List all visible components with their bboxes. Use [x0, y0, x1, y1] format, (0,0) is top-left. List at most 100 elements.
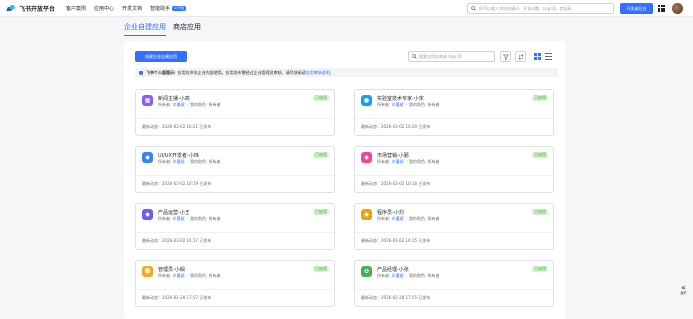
app-meta: 所有者: 炎墨斌 · 我的角色: 所有者	[158, 159, 221, 164]
role-label: 我的角色:	[189, 159, 208, 164]
app-card[interactable]: ▦ 新闻主播-小高 所有者: 炎墨斌 · 我的角色: 所有者 已启用 最新动态：2026-0…	[135, 89, 335, 136]
app-card[interactable]: ◆ UI/UX开发者-小玮 所有者: 炎墨斌 · 我的角色: 所有者 已启用最新动态：20…	[135, 146, 335, 193]
owner-label: 所有者:	[158, 102, 172, 107]
user-avatar[interactable]	[672, 3, 683, 14]
card-divider	[136, 289, 334, 290]
notice-icon	[139, 70, 143, 75]
nav-item-customer-cases[interactable]: 客户案例	[66, 5, 86, 12]
cube-icon: ◆	[142, 209, 153, 220]
app-name: 新闻主播-小高	[158, 96, 190, 102]
last-activity: 最新动态：2026-03-02 10:20 已发布	[361, 124, 431, 129]
owner-name[interactable]: 炎墨斌	[392, 273, 404, 278]
side-collapse-button[interactable]: « 展开	[678, 283, 689, 296]
list-view-icon[interactable]	[545, 53, 552, 60]
last-activity: 最新动态：2026-03-02 10:18 已发布	[361, 181, 431, 186]
notice-title: 飞书个人版提示:	[146, 69, 176, 75]
card-divider	[136, 175, 334, 176]
top-navigation-bar: 飞书开放平台 客户案例 应用中心 开发文档 智能助手 AI 开发 你可以输入文档关…	[0, 0, 693, 17]
filter-icon	[502, 54, 509, 60]
last-activity: 最新动态：2026-03-02 10:21 已发布	[142, 124, 212, 129]
nav-item-assistant-label: 智能助手	[150, 5, 171, 12]
app-card[interactable]: ◆ 产品运营-小王 所有者: 炎墨斌 · 我的角色: 所有者 已启用 最新动态：2026-0…	[135, 203, 335, 250]
app-name: UI/UX开发者-小玮	[158, 153, 199, 159]
app-card[interactable]: ◆ 市场营销-小鄞 所有者: 炎墨斌 · 我的角色: 所有者 已启用 最新动态：2026-0…	[354, 146, 554, 193]
app-card[interactable]: ☻ 管理员-小帼 所有者: 炎墨斌 · 我的角色: 所有者 已启用 最新动态：2026-02…	[135, 260, 335, 307]
status-badge: 已启用	[313, 266, 329, 272]
owner-name[interactable]: 炎墨斌	[173, 273, 185, 278]
app-meta: 所有者: 炎墨斌 · 我的角色: 所有者	[377, 102, 440, 107]
app-search-input[interactable]: 搜索应用名称或 App ID	[408, 51, 495, 62]
owner-name[interactable]: 炎墨斌	[392, 102, 404, 107]
grid-view-icon[interactable]	[534, 53, 541, 60]
owner-label: 所有者:	[377, 102, 391, 107]
owner-name[interactable]: 炎墨斌	[173, 216, 185, 221]
app-name: 产品经理-小张	[377, 267, 409, 273]
status-badge: 已启用	[313, 209, 329, 215]
app-card[interactable]: ◆ 程序员-小刘 所有者: 炎墨斌 · 我的角色: 所有者 已启用 最新动态：2026-03…	[354, 203, 554, 250]
last-activity: 最新动态：2026-03-02 10:17 已发布	[142, 238, 212, 243]
location-icon: ●	[361, 95, 372, 106]
status-badge: 已启用	[313, 95, 329, 101]
app-name: 市场营销-小鄞	[377, 153, 409, 159]
card-divider	[355, 118, 553, 119]
last-activity: 最新动态：2026-03-02 10:19 已发布	[142, 181, 212, 186]
role-value: 所有者	[208, 102, 221, 107]
owner-label: 所有者:	[158, 273, 172, 278]
nav-item-app-center[interactable]: 应用中心	[94, 5, 114, 12]
status-badge: 已启用	[313, 152, 329, 158]
role-value: 所有者	[427, 102, 440, 107]
cube-icon: ◆	[142, 152, 153, 163]
feishu-logo-icon	[7, 5, 16, 12]
card-divider	[136, 232, 334, 233]
create-app-button[interactable]: 创建企业自建应用	[135, 51, 187, 62]
role-label: 我的角色:	[408, 159, 427, 164]
owner-name[interactable]: 炎墨斌	[392, 159, 404, 164]
card-divider	[355, 289, 553, 290]
app-meta: 所有者: 炎墨斌 · 我的角色: 所有者	[158, 216, 221, 221]
role-value: 所有者	[208, 273, 221, 278]
role-value: 所有者	[427, 273, 440, 278]
app-list-panel: 创建企业自建应用 搜索应用名称或 App ID 飞书个人版提示: 应用仅供本企业…	[124, 41, 565, 319]
owner-name[interactable]: 炎墨斌	[392, 216, 404, 221]
owner-label: 所有者:	[158, 159, 172, 164]
tab-enterprise-apps[interactable]: 企业自建应用	[124, 22, 166, 36]
card-divider	[355, 232, 553, 233]
doc-search-placeholder: 你可以输入文档关键词、开发问题、Log ID、错误码	[479, 5, 572, 11]
double-chevron-left-icon: «	[681, 283, 686, 292]
app-card[interactable]: ✿ 产品经理-小张 所有者: 炎墨斌 · 我的角色: 所有者 已启用 最新动态：2026-0…	[354, 260, 554, 307]
brand-name: 飞书开放平台	[19, 5, 56, 13]
nav-item-dev-docs[interactable]: 开发文档	[122, 5, 142, 12]
app-name: 程序员-小刘	[377, 210, 404, 216]
role-label: 我的角色:	[408, 102, 427, 107]
last-activity: 最新动态：2026-02-28 17:57 已发布	[142, 295, 212, 300]
sort-button[interactable]	[515, 51, 526, 62]
owner-name[interactable]: 炎墨斌	[173, 102, 185, 107]
app-meta: 所有者: 炎墨斌 · 我的角色: 所有者	[158, 273, 221, 278]
review-guide-link[interactable]: 应用审核说明。	[306, 70, 334, 76]
owner-label: 所有者:	[158, 216, 172, 221]
status-badge: 已启用	[532, 152, 548, 158]
brand-logo[interactable]: 飞书开放平台	[7, 4, 55, 13]
doc-search-input[interactable]: 你可以输入文档关键词、开发问题、Log ID、错误码	[467, 3, 614, 14]
calendar-icon: ▦	[142, 95, 153, 106]
last-activity: 最新动态：2026-02-28 17:55 已发布	[361, 295, 431, 300]
flower-avatar-icon: ✿	[361, 266, 372, 277]
role-label: 我的角色:	[408, 216, 427, 221]
tab-store-apps[interactable]: 商店应用	[173, 22, 201, 36]
app-type-tabs: 企业自建应用 商店应用	[124, 22, 208, 36]
owner-label: 所有者:	[377, 216, 391, 221]
owner-label: 所有者:	[377, 159, 391, 164]
last-activity: 最新动态：2026-03-02 10:15 已发布	[361, 238, 431, 243]
role-value: 所有者	[427, 159, 440, 164]
developer-console-button[interactable]: 开发者后台	[620, 3, 653, 14]
filter-button[interactable]	[500, 51, 511, 62]
app-card[interactable]: ● 实验室技术专家-小宋 所有者: 炎墨斌 · 我的角色: 所有者 已启用 最新动态：202…	[354, 89, 554, 136]
apps-grid-icon[interactable]	[658, 5, 665, 12]
nav-item-assistant[interactable]: 智能助手 AI 开发	[150, 5, 186, 12]
cube-icon: ◆	[361, 209, 372, 220]
role-label: 我的角色:	[189, 102, 208, 107]
app-meta: 所有者: 炎墨斌 · 我的角色: 所有者	[377, 159, 440, 164]
app-meta: 所有者: 炎墨斌 · 我的角色: 所有者	[377, 216, 440, 221]
app-meta: 所有者: 炎墨斌 · 我的角色: 所有者	[377, 273, 440, 278]
owner-name[interactable]: 炎墨斌	[173, 159, 185, 164]
